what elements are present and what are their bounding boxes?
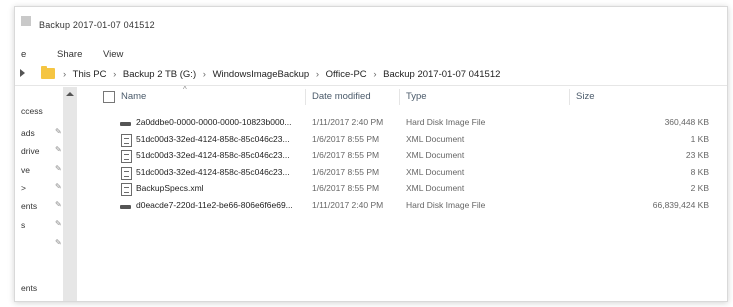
breadcrumb-drive[interactable]: Backup 2 TB (G:) xyxy=(123,69,196,80)
file-row[interactable]: 51dc00d3-32ed-4124-858c-85c046c23... 1/6… xyxy=(79,165,719,182)
breadcrumb-current-folder[interactable]: Backup 2017-01-07 041512 xyxy=(383,69,500,80)
file-name[interactable]: 2a0ddbe0-0000-0000-0000-10823b000... xyxy=(136,117,292,127)
file-type: Hard Disk Image File xyxy=(406,117,486,127)
file-date: 1/11/2017 2:40 PM xyxy=(312,199,384,210)
nav-arrow-icon[interactable] xyxy=(20,69,25,77)
breadcrumb-windowsimagebackup[interactable]: WindowsImageBackup xyxy=(213,69,310,80)
sort-up-icon: ^ xyxy=(183,85,187,94)
hard-disk-icon xyxy=(120,122,131,126)
xml-document-icon xyxy=(121,133,132,147)
title-bar: Backup 2017-01-07 041512 xyxy=(15,7,727,35)
file-type: XML Document xyxy=(406,150,465,160)
pin-icon: ✎ xyxy=(55,238,62,247)
pin-icon: ✎ xyxy=(55,219,62,228)
file-row[interactable]: 51dc00d3-32ed-4124-858c-85c046c23... 1/6… xyxy=(79,148,719,165)
folder-icon xyxy=(21,16,31,26)
window-title: Backup 2017-01-07 041512 xyxy=(39,20,155,30)
column-type[interactable]: Type xyxy=(406,91,427,102)
hard-disk-icon xyxy=(120,204,131,209)
xml-document-icon xyxy=(121,150,132,163)
file-date: 1/6/2017 8:55 PM xyxy=(312,150,380,160)
folder-icon xyxy=(41,66,55,79)
file-list: 2a0ddbe0-0000-0000-0000-10823b000... 1/1… xyxy=(79,115,719,214)
column-size[interactable]: Size xyxy=(576,91,594,102)
file-type: Hard Disk Image File xyxy=(406,199,486,210)
pin-icon: ✎ xyxy=(55,145,62,154)
file-size: 2 KB xyxy=(690,183,709,193)
breadcrumb-office-pc[interactable]: Office-PC xyxy=(326,69,367,80)
file-row[interactable]: BackupSpecs.xml 1/6/2017 8:55 PM XML Doc… xyxy=(79,181,719,198)
column-date-modified[interactable]: Date modified xyxy=(312,91,371,102)
file-row[interactable]: d0eacde7-220d-11e2-be66-806e6f6e69... 1/… xyxy=(79,198,719,215)
xml-document-icon xyxy=(121,183,132,196)
nav-item-s[interactable]: s xyxy=(21,220,25,230)
column-divider[interactable] xyxy=(569,89,570,105)
file-name[interactable]: d0eacde7-220d-11e2-be66-806e6f6e69... xyxy=(136,200,293,210)
tab-share[interactable]: Share xyxy=(57,49,82,60)
xml-document-icon xyxy=(121,166,132,180)
file-type: XML Document xyxy=(406,133,465,144)
file-date: 1/11/2017 2:40 PM xyxy=(312,117,384,127)
pin-icon: ✎ xyxy=(55,127,62,136)
nav-item-downloads[interactable]: ads xyxy=(21,128,35,138)
pin-icon: ✎ xyxy=(55,182,62,191)
tab-file[interactable]: e xyxy=(21,49,26,60)
file-type: XML Document xyxy=(406,183,465,193)
chevron-right-icon[interactable]: › xyxy=(113,69,116,80)
select-all-checkbox[interactable] xyxy=(103,91,115,103)
column-divider[interactable] xyxy=(399,89,400,105)
column-divider[interactable] xyxy=(305,89,306,105)
file-row[interactable]: 2a0ddbe0-0000-0000-0000-10823b000... 1/1… xyxy=(79,115,719,132)
nav-item-quick-access[interactable]: ccess xyxy=(21,106,43,116)
chevron-right-icon[interactable]: › xyxy=(373,69,376,80)
chevron-right-icon[interactable]: › xyxy=(203,69,206,80)
file-name[interactable]: 51dc00d3-32ed-4124-858c-85c046c23... xyxy=(136,134,290,144)
file-name[interactable]: 51dc00d3-32ed-4124-858c-85c046c23... xyxy=(136,150,290,160)
tab-view[interactable]: View xyxy=(103,49,123,60)
file-size: 23 KB xyxy=(685,150,709,160)
nav-item-ve[interactable]: ve xyxy=(21,165,30,175)
nav-item-expand[interactable]: > xyxy=(21,183,26,193)
explorer-window: Backup 2017-01-07 041512 e Share View › … xyxy=(14,6,728,302)
scroll-up-arrow-icon[interactable] xyxy=(66,92,74,96)
file-row[interactable]: 51dc00d3-32ed-4124-858c-85c046c23... 1/6… xyxy=(79,132,719,149)
file-size: 8 KB xyxy=(690,166,709,177)
nav-item-drive[interactable]: drive xyxy=(21,146,39,156)
file-type: XML Document xyxy=(406,166,465,177)
file-date: 1/6/2017 8:55 PM xyxy=(312,166,380,177)
breadcrumb-this-pc[interactable]: This PC xyxy=(73,69,107,80)
file-size: 66,839,424 KB xyxy=(652,199,709,210)
chevron-right-icon[interactable]: › xyxy=(316,69,319,80)
file-name[interactable]: BackupSpecs.xml xyxy=(136,183,204,193)
pin-icon: ✎ xyxy=(55,164,62,173)
file-name[interactable]: 51dc00d3-32ed-4124-858c-85c046c23... xyxy=(136,167,290,177)
file-date: 1/6/2017 8:55 PM xyxy=(312,183,380,193)
nav-item-documents-2[interactable]: ents xyxy=(21,283,37,293)
breadcrumb: › This PC › Backup 2 TB (G:) › WindowsIm… xyxy=(59,69,500,80)
file-size: 1 KB xyxy=(690,133,709,144)
column-name[interactable]: Name xyxy=(121,91,146,102)
navigation-pane: ccess ads ✎ drive ✎ ve ✎ > ✎ ents ✎ s ✎ … xyxy=(15,87,68,301)
chevron-right-icon[interactable]: › xyxy=(63,69,66,80)
pin-icon: ✎ xyxy=(55,200,62,209)
file-date: 1/6/2017 8:55 PM xyxy=(312,133,380,144)
address-bar[interactable]: › This PC › Backup 2 TB (G:) › WindowsIm… xyxy=(15,63,727,86)
file-size: 360,448 KB xyxy=(664,117,709,127)
nav-item-documents[interactable]: ents xyxy=(21,201,37,211)
nav-scrollbar[interactable] xyxy=(63,87,77,301)
column-header: ^ Name Date modified Type Size xyxy=(79,85,719,107)
ribbon-tabs: e Share View xyxy=(15,45,727,63)
